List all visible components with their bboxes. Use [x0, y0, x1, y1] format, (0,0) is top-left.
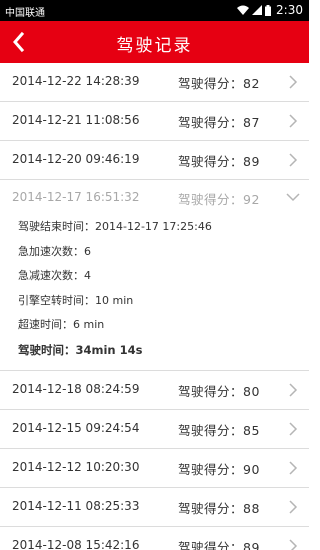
record-score: 驾驶得分：85: [178, 423, 260, 438]
record-row[interactable]: 2014-12-12 10:20:30 驾驶得分：90: [0, 449, 309, 488]
record-row[interactable]: 2014-12-20 09:46:19 驾驶得分：89: [0, 141, 309, 180]
chevron-right-icon: [289, 422, 298, 436]
chevron-right-icon: [289, 461, 298, 475]
record-score: 驾驶得分：88: [178, 501, 260, 516]
detail-rapid-acceleration: 急加速次数：6: [18, 244, 91, 258]
record-datetime: 2014-12-08 15:42:16: [12, 538, 140, 550]
clock-time: 2:30: [276, 3, 303, 17]
detail-driving-duration: 驾驶时间：34min 14s: [18, 342, 143, 357]
record-datetime: 2014-12-15 09:24:54: [12, 421, 140, 435]
record-datetime: 2014-12-12 10:20:30: [12, 460, 140, 474]
record-datetime: 2014-12-11 08:25:33: [12, 499, 140, 513]
record-score: 驾驶得分：87: [178, 115, 260, 130]
record-row[interactable]: 2014-12-22 14:28:39 驾驶得分：82: [0, 63, 309, 102]
record-score: 驾驶得分：90: [178, 462, 260, 477]
detail-overspeed-time: 超速时间：6 min: [18, 318, 105, 331]
signal-icon: [252, 5, 263, 15]
record-datetime: 2014-12-22 14:28:39: [12, 74, 140, 88]
chevron-right-icon: [289, 383, 298, 397]
record-row[interactable]: 2014-12-08 15:42:16 驾驶得分：89: [0, 527, 309, 550]
record-row[interactable]: 2014-12-11 08:25:33 驾驶得分：88: [0, 488, 309, 527]
status-icons: 2:30: [237, 3, 303, 17]
record-row[interactable]: 2014-12-18 08:24:59 驾驶得分：80: [0, 371, 309, 410]
detail-idle-time: 引擎空转时间：10 min: [18, 293, 134, 307]
carrier-name: 中国联通: [5, 8, 45, 19]
page-title: 驾驶记录: [116, 36, 193, 56]
chevron-right-icon: [289, 114, 298, 128]
chevron-right-icon: [289, 500, 298, 514]
record-row[interactable]: 2014-12-15 09:24:54 驾驶得分：85: [0, 410, 309, 449]
record-score: 驾驶得分：89: [178, 154, 260, 169]
chevron-right-icon: [289, 539, 298, 550]
detail-rapid-deceleration: 急减速次数：4: [18, 269, 91, 282]
record-row[interactable]: 2014-12-21 11:08:56 驾驶得分：87: [0, 102, 309, 141]
chevron-right-icon: [289, 153, 298, 167]
chevron-down-icon: [286, 193, 300, 202]
record-score: 驾驶得分：92: [178, 192, 260, 207]
record-datetime: 2014-12-21 11:08:56: [12, 113, 140, 127]
wifi-icon: [237, 5, 250, 15]
record-score: 驾驶得分：80: [178, 384, 260, 399]
record-datetime: 2014-12-17 16:51:32: [12, 190, 140, 204]
record-list: 2014-12-22 14:28:39 驾驶得分：82 2014-12-21 1…: [0, 63, 309, 550]
record-details: 驾驶结束时间：2014-12-17 17:25:46 急加速次数：6 急减速次数…: [0, 215, 309, 370]
detail-end-time: 驾驶结束时间：2014-12-17 17:25:46: [18, 220, 212, 233]
chevron-right-icon: [289, 75, 298, 89]
record-datetime: 2014-12-18 08:24:59: [12, 382, 140, 396]
battery-icon: [265, 4, 272, 16]
record-score: 驾驶得分：82: [178, 76, 260, 91]
record-score: 驾驶得分：89: [178, 540, 260, 550]
header-bar: 驾驶记录: [0, 21, 309, 63]
expanded-record-header[interactable]: 2014-12-17 16:51:32 驾驶得分：92: [0, 180, 309, 215]
expanded-record: 2014-12-17 16:51:32 驾驶得分：92 驾驶结束时间：2014-…: [0, 180, 309, 371]
status-bar: 中国联通 2:30: [0, 0, 309, 21]
record-datetime: 2014-12-20 09:46:19: [12, 152, 140, 166]
